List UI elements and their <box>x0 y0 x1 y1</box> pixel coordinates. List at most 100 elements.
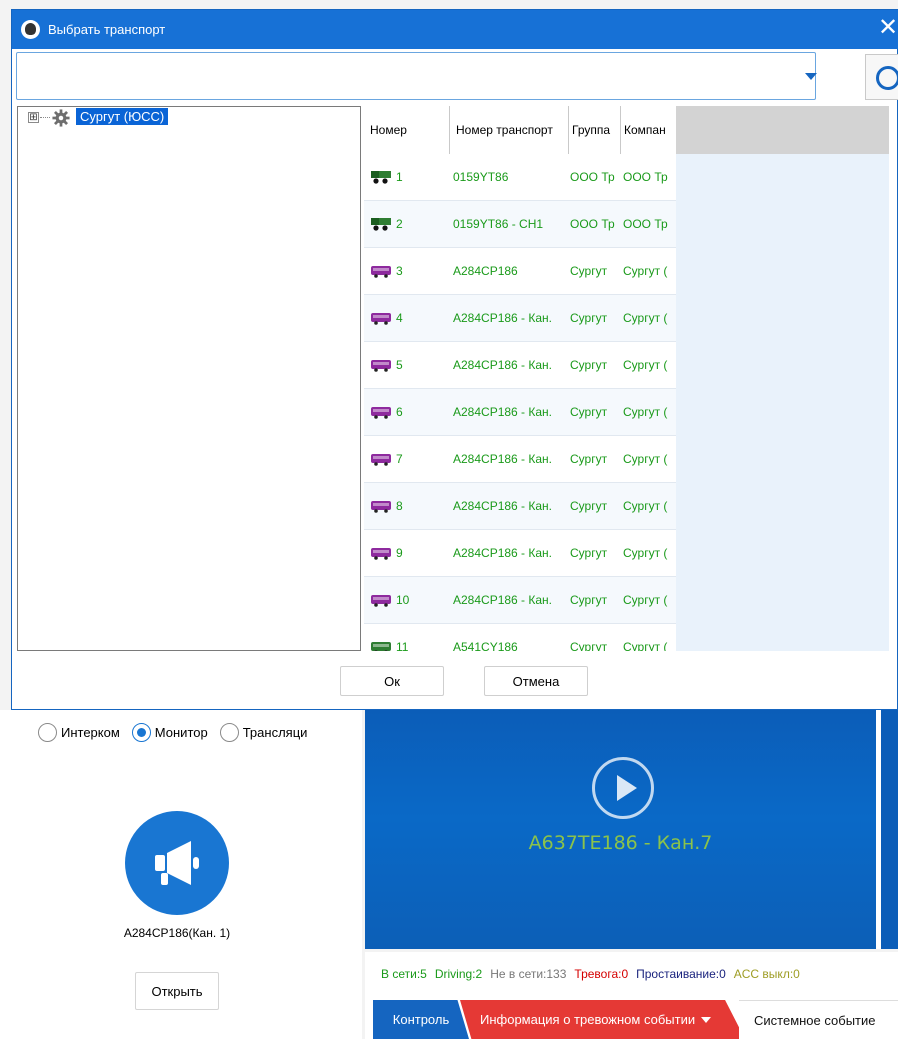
cell-group: ООО Тр <box>570 217 615 231</box>
open-button[interactable]: Открыть <box>135 972 219 1010</box>
tab-alarm-info[interactable]: Информация о тревожном событии <box>460 1000 745 1039</box>
cell-number-text: 3 <box>396 264 403 278</box>
cell-transport: A541CY186 <box>453 640 518 651</box>
radio-monitor[interactable] <box>131 723 151 742</box>
cell-group: Сургут <box>570 405 608 419</box>
bottom-tab-bar: Контроль Информация о тревожном событии … <box>365 996 898 1039</box>
table-row[interactable]: 6 A284CP186 - Кан. Сургут Сургут ( <box>364 389 676 436</box>
play-icon[interactable] <box>592 757 654 819</box>
cell-number-text: 4 <box>396 311 403 325</box>
cell-company: Сургут ( <box>623 452 668 466</box>
cell-transport: A284CP186 - Кан. <box>453 452 553 466</box>
dialog-title: Выбрать транспорт <box>48 22 166 37</box>
tab-system-event-label: Системное событие <box>754 1012 876 1028</box>
app-logo-icon <box>21 20 40 39</box>
dialog-titlebar[interactable]: Выбрать транспорт ✕ <box>12 10 898 49</box>
tab-system-event[interactable]: Системное событие <box>739 1000 898 1039</box>
megaphone-icon <box>155 841 199 885</box>
tab-control-label: Контроль <box>392 1012 450 1027</box>
bus-icon <box>370 311 392 325</box>
vehicle-search-combo[interactable] <box>16 52 816 100</box>
cell-company: Сургут ( <box>623 640 668 651</box>
radio-broadcast-label[interactable]: Трансляци <box>243 725 308 740</box>
table-row[interactable]: 1 0159YT86 ООО Тр ООО Тр <box>364 154 676 201</box>
video-channel-label: A637TE186 - Кан.7 <box>528 832 713 854</box>
tree-node-surgut[interactable]: Сургут (ЮСС) <box>76 108 169 125</box>
vehicle-tree[interactable]: ⊞ Сургут (ЮСС) <box>17 106 361 651</box>
cell-company: Сургут ( <box>623 405 668 419</box>
bus-icon <box>370 640 392 651</box>
cell-transport: A284CP186 - Кан. <box>453 405 553 419</box>
status-alarm: Тревога:0 <box>574 967 629 981</box>
video-panel-secondary[interactable] <box>881 710 898 949</box>
video-panel[interactable] <box>365 710 898 949</box>
cell-transport: 0159YT86 <box>453 170 509 184</box>
cell-number-text: 5 <box>396 358 403 372</box>
cell-number: 11 <box>370 624 450 651</box>
caret-down-icon[interactable] <box>701 1016 712 1023</box>
tree-expand-icon[interactable]: ⊞ <box>28 112 39 123</box>
cell-number: 5 <box>370 342 450 388</box>
tab-alarm-info-label: Информация о тревожном событии <box>480 1012 696 1027</box>
column-header-transport[interactable]: Номер транспорт <box>450 106 569 154</box>
cell-number-text: 1 <box>396 170 403 184</box>
radio-intercom-label[interactable]: Интерком <box>61 725 120 740</box>
vehicle-table: Номер Номер транспорт Группа Компан 1 015… <box>364 106 889 651</box>
cell-group: Сургут <box>570 499 608 513</box>
cancel-button[interactable]: Отмена <box>484 666 588 696</box>
cell-group: Сургут <box>570 593 608 607</box>
column-header-group[interactable]: Группа <box>569 106 621 154</box>
gear-icon <box>52 109 70 127</box>
cell-number: 1 <box>370 154 450 200</box>
dropdown-arrow-icon[interactable] <box>805 73 817 80</box>
speaker-button[interactable] <box>125 811 229 915</box>
column-header-number[interactable]: Номер <box>364 106 450 154</box>
cell-number: 2 <box>370 201 450 247</box>
radio-monitor-label[interactable]: Монитор <box>155 725 208 740</box>
radio-intercom[interactable] <box>38 723 57 742</box>
cell-transport: A284CP186 - Кан. <box>453 311 553 325</box>
cell-number: 7 <box>370 436 450 482</box>
cell-number-text: 2 <box>396 217 403 231</box>
cell-transport: 0159YT86 - CH1 <box>453 217 544 231</box>
radio-broadcast[interactable] <box>219 723 239 742</box>
cell-number: 9 <box>370 530 450 576</box>
close-icon[interactable]: ✕ <box>878 14 898 42</box>
cell-number-text: 6 <box>396 405 403 419</box>
bus-icon <box>370 405 392 419</box>
tree-connector <box>40 117 50 118</box>
cell-transport: A284CP186 <box>453 264 518 278</box>
table-header: Номер Номер транспорт Группа Компан <box>364 106 889 154</box>
table-row[interactable]: 10 A284CP186 - Кан. Сургут Сургут ( <box>364 577 676 624</box>
bus-icon <box>370 358 392 372</box>
table-body: 1 0159YT86 ООО Тр ООО Тр 2 0159YT86 - CH1 ООО … <box>364 154 676 651</box>
cell-group: ООО Тр <box>570 170 615 184</box>
status-offline: Не в сети:133 <box>490 967 567 981</box>
cell-group: Сургут <box>570 264 608 278</box>
status-bar: В сети:5 Driving:2 Не в сети:133 Тревога… <box>365 952 898 996</box>
table-row[interactable]: 8 A284CP186 - Кан. Сургут Сургут ( <box>364 483 676 530</box>
table-row[interactable]: 7 A284CP186 - Кан. Сургут Сургут ( <box>364 436 676 483</box>
bus-icon <box>370 452 392 466</box>
search-icon[interactable] <box>876 66 898 90</box>
table-row[interactable]: 4 A284CP186 - Кан. Сургут Сургут ( <box>364 295 676 342</box>
bus-icon <box>370 264 392 278</box>
cell-company: Сургут ( <box>623 311 668 325</box>
table-row[interactable]: 11 A541CY186 Сургут Сургут ( <box>364 624 676 651</box>
table-row[interactable]: 9 A284CP186 - Кан. Сургут Сургут ( <box>364 530 676 577</box>
table-row[interactable]: 2 0159YT86 - CH1 ООО Тр ООО Тр <box>364 201 676 248</box>
table-row[interactable]: 3 A284CP186 Сургут Сургут ( <box>364 248 676 295</box>
cell-transport: A284CP186 - Кан. <box>453 593 553 607</box>
cell-group: Сургут <box>570 311 608 325</box>
cell-group: Сургут <box>570 640 608 651</box>
cell-group: Сургут <box>570 546 608 560</box>
table-row[interactable]: 5 A284CP186 - Кан. Сургут Сургут ( <box>364 342 676 389</box>
select-vehicle-dialog: Выбрать транспорт ✕ ⊞ Сургут (ЮСС) Номер… <box>11 9 898 710</box>
truck-icon <box>370 170 392 184</box>
ok-button[interactable]: Ок <box>340 666 444 696</box>
cell-company: Сургут ( <box>623 593 668 607</box>
cell-number-text: 8 <box>396 499 403 513</box>
tab-control[interactable]: Контроль <box>373 1000 469 1039</box>
column-header-company[interactable]: Компан <box>621 106 676 154</box>
cell-number-text: 10 <box>396 593 410 607</box>
